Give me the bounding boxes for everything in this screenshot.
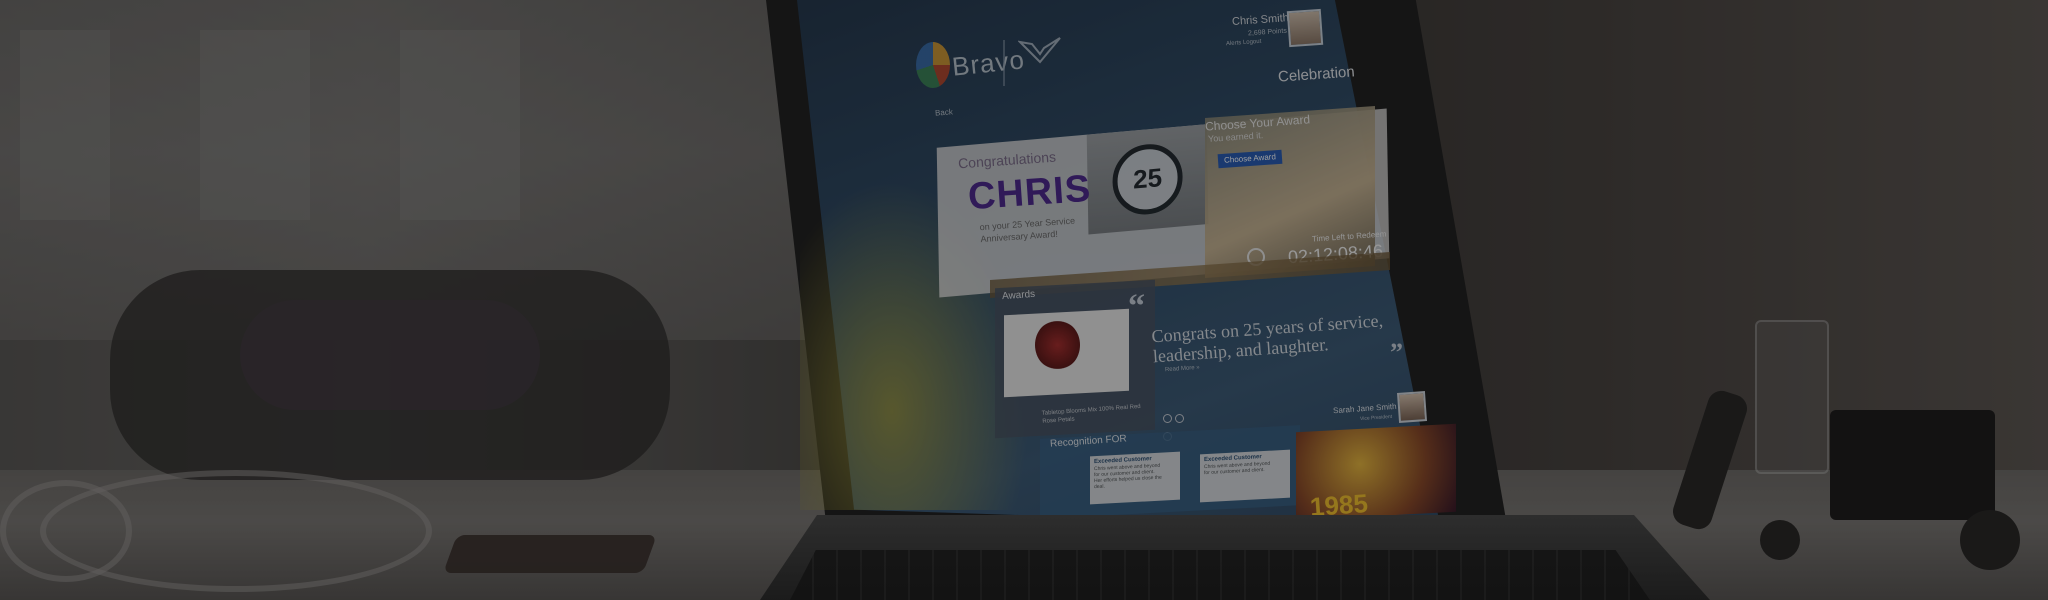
action-camera-housing (1755, 320, 1829, 474)
window-pane (200, 30, 310, 220)
action-camera (1830, 410, 1995, 520)
window-pane (400, 30, 520, 220)
user-avatar[interactable] (1286, 8, 1324, 48)
carousel-dot[interactable] (1163, 414, 1172, 423)
photo-scene: Bravo Chris Smith 2,698 Points Alerts Lo… (0, 0, 2048, 600)
recognition-card-text: Chris went above and beyond for our cust… (1094, 462, 1162, 491)
white-cable (0, 480, 132, 582)
window-pane (20, 30, 110, 220)
recognition-card-text: Chris went above and beyond for our cust… (1204, 460, 1271, 477)
carousel-dot[interactable] (1175, 414, 1184, 423)
recognition-card[interactable]: Exceeded Customer Chris went above and b… (1200, 449, 1290, 503)
tripod-knob (1760, 520, 1800, 560)
quote-author-avatar (1396, 391, 1428, 423)
carousel-dots (1163, 410, 1197, 441)
bravo-logo-icon (916, 42, 950, 88)
smartphone (443, 535, 657, 573)
logo-divider (1003, 40, 1005, 86)
hero-name: CHRIS (966, 167, 1093, 219)
partner-logo-icon (1018, 37, 1061, 64)
open-quote-icon: “ (1128, 288, 1145, 325)
tripod-knob (1960, 510, 2020, 570)
back-link[interactable]: Back (935, 107, 953, 117)
recognition-card[interactable]: Exceeded Customer Chris went above and b… (1090, 451, 1180, 505)
rose-petals-image (1035, 320, 1080, 370)
awards-title: Awards (1001, 288, 1036, 303)
headphones (240, 300, 540, 410)
close-quote-icon: ” (1390, 338, 1403, 367)
laptop-keyboard (790, 550, 1650, 600)
